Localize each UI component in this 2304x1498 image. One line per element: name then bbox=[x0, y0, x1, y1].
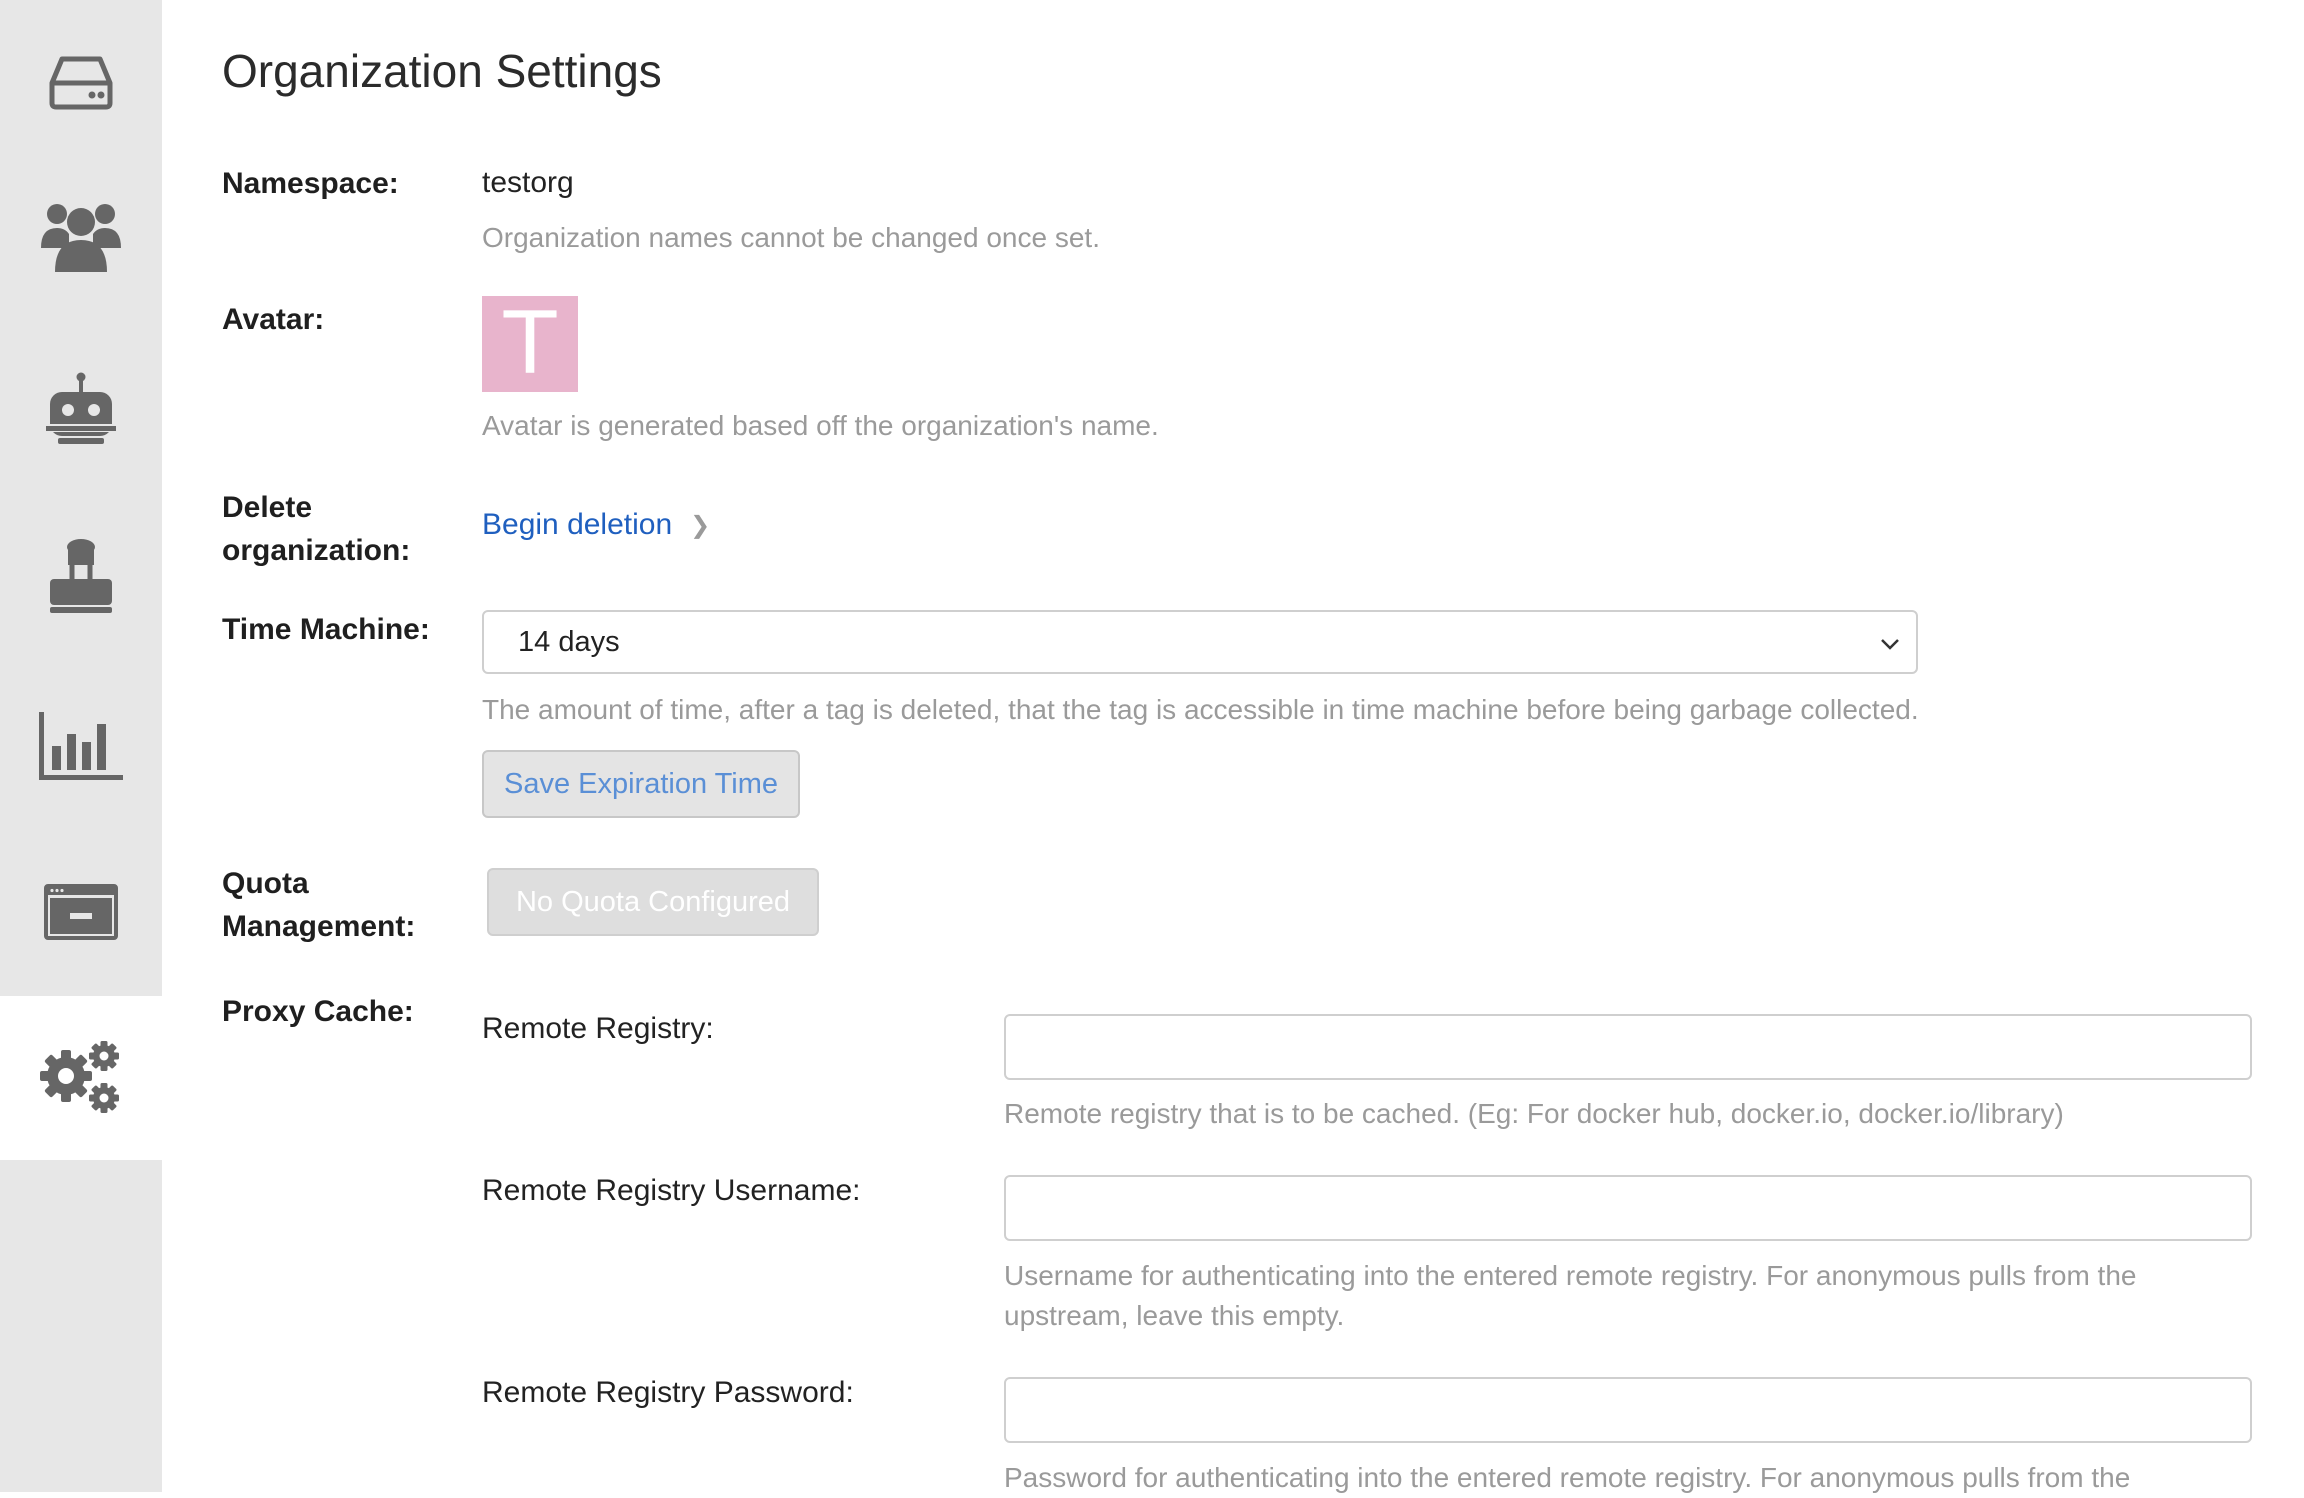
sidebar-item-settings[interactable] bbox=[0, 996, 162, 1160]
save-expiration-time-button[interactable]: Save Expiration Time bbox=[482, 750, 800, 818]
time-machine-select[interactable]: 14 days bbox=[482, 610, 1918, 674]
users-icon bbox=[39, 196, 123, 272]
remote-registry-password-label: Remote Registry Password: bbox=[482, 1376, 854, 1409]
browser-window-icon bbox=[44, 884, 118, 940]
delete-org-label-line2: organization: bbox=[222, 534, 411, 567]
time-machine-selected-value: 14 days bbox=[518, 625, 620, 658]
quota-label-line2: Management: bbox=[222, 910, 416, 943]
remote-registry-help: Remote registry that is to be cached. (E… bbox=[1004, 1098, 2064, 1129]
remote-registry-username-input[interactable] bbox=[1004, 1175, 2252, 1241]
namespace-label: Namespace: bbox=[222, 167, 399, 200]
username-help-line2: upstream, leave this empty. bbox=[1004, 1300, 1345, 1331]
avatar-help: Avatar is generated based off the organi… bbox=[482, 410, 1159, 441]
sidebar-item-default-permissions[interactable] bbox=[0, 494, 162, 658]
begin-deletion-label: Begin deletion bbox=[482, 508, 673, 541]
sidebar bbox=[0, 0, 162, 1492]
namespace-help: Organization names cannot be changed onc… bbox=[482, 222, 1100, 253]
no-quota-configured-button[interactable]: No Quota Configured bbox=[487, 868, 819, 936]
remote-registry-password-input[interactable] bbox=[1004, 1377, 2252, 1443]
bar-chart-icon bbox=[39, 712, 123, 780]
remote-registry-label: Remote Registry: bbox=[482, 1012, 714, 1045]
stamp-icon bbox=[46, 537, 116, 615]
sidebar-item-teams[interactable] bbox=[0, 152, 162, 316]
gears-icon bbox=[40, 1040, 122, 1116]
quota-label: Quota Management: bbox=[222, 862, 415, 948]
time-machine-help: The amount of time, after a tag is delet… bbox=[482, 694, 1919, 725]
quota-label-line1: Quota bbox=[222, 867, 309, 900]
remote-registry-password-help: Password for authenticating into the ent… bbox=[1004, 1462, 2131, 1493]
proxy-cache-label: Proxy Cache: bbox=[222, 995, 414, 1028]
hard-drive-icon bbox=[48, 53, 114, 111]
chevron-right-icon: ❯ bbox=[690, 511, 711, 539]
chevron-down-icon bbox=[1880, 626, 1900, 659]
remote-registry-username-help: Username for authenticating into the ent… bbox=[1004, 1256, 2136, 1336]
sidebar-item-usage-logs[interactable] bbox=[0, 664, 162, 828]
time-machine-label: Time Machine: bbox=[222, 613, 430, 646]
page-title: Organization Settings bbox=[222, 45, 662, 97]
robot-icon bbox=[44, 372, 118, 448]
begin-deletion-link[interactable]: Begin deletion ❯ bbox=[482, 508, 710, 542]
avatar: T bbox=[482, 296, 578, 392]
avatar-label: Avatar: bbox=[222, 303, 325, 336]
sidebar-item-robot-accounts[interactable] bbox=[0, 328, 162, 492]
delete-org-label: Delete organization: bbox=[222, 486, 410, 572]
sidebar-item-applications[interactable] bbox=[0, 830, 162, 994]
username-help-line1: Username for authenticating into the ent… bbox=[1004, 1260, 2137, 1291]
namespace-value: testorg bbox=[482, 166, 574, 199]
remote-registry-username-label: Remote Registry Username: bbox=[482, 1174, 861, 1207]
sidebar-item-repositories[interactable] bbox=[0, 0, 162, 164]
delete-org-label-line1: Delete bbox=[222, 491, 313, 524]
remote-registry-input[interactable] bbox=[1004, 1014, 2252, 1080]
